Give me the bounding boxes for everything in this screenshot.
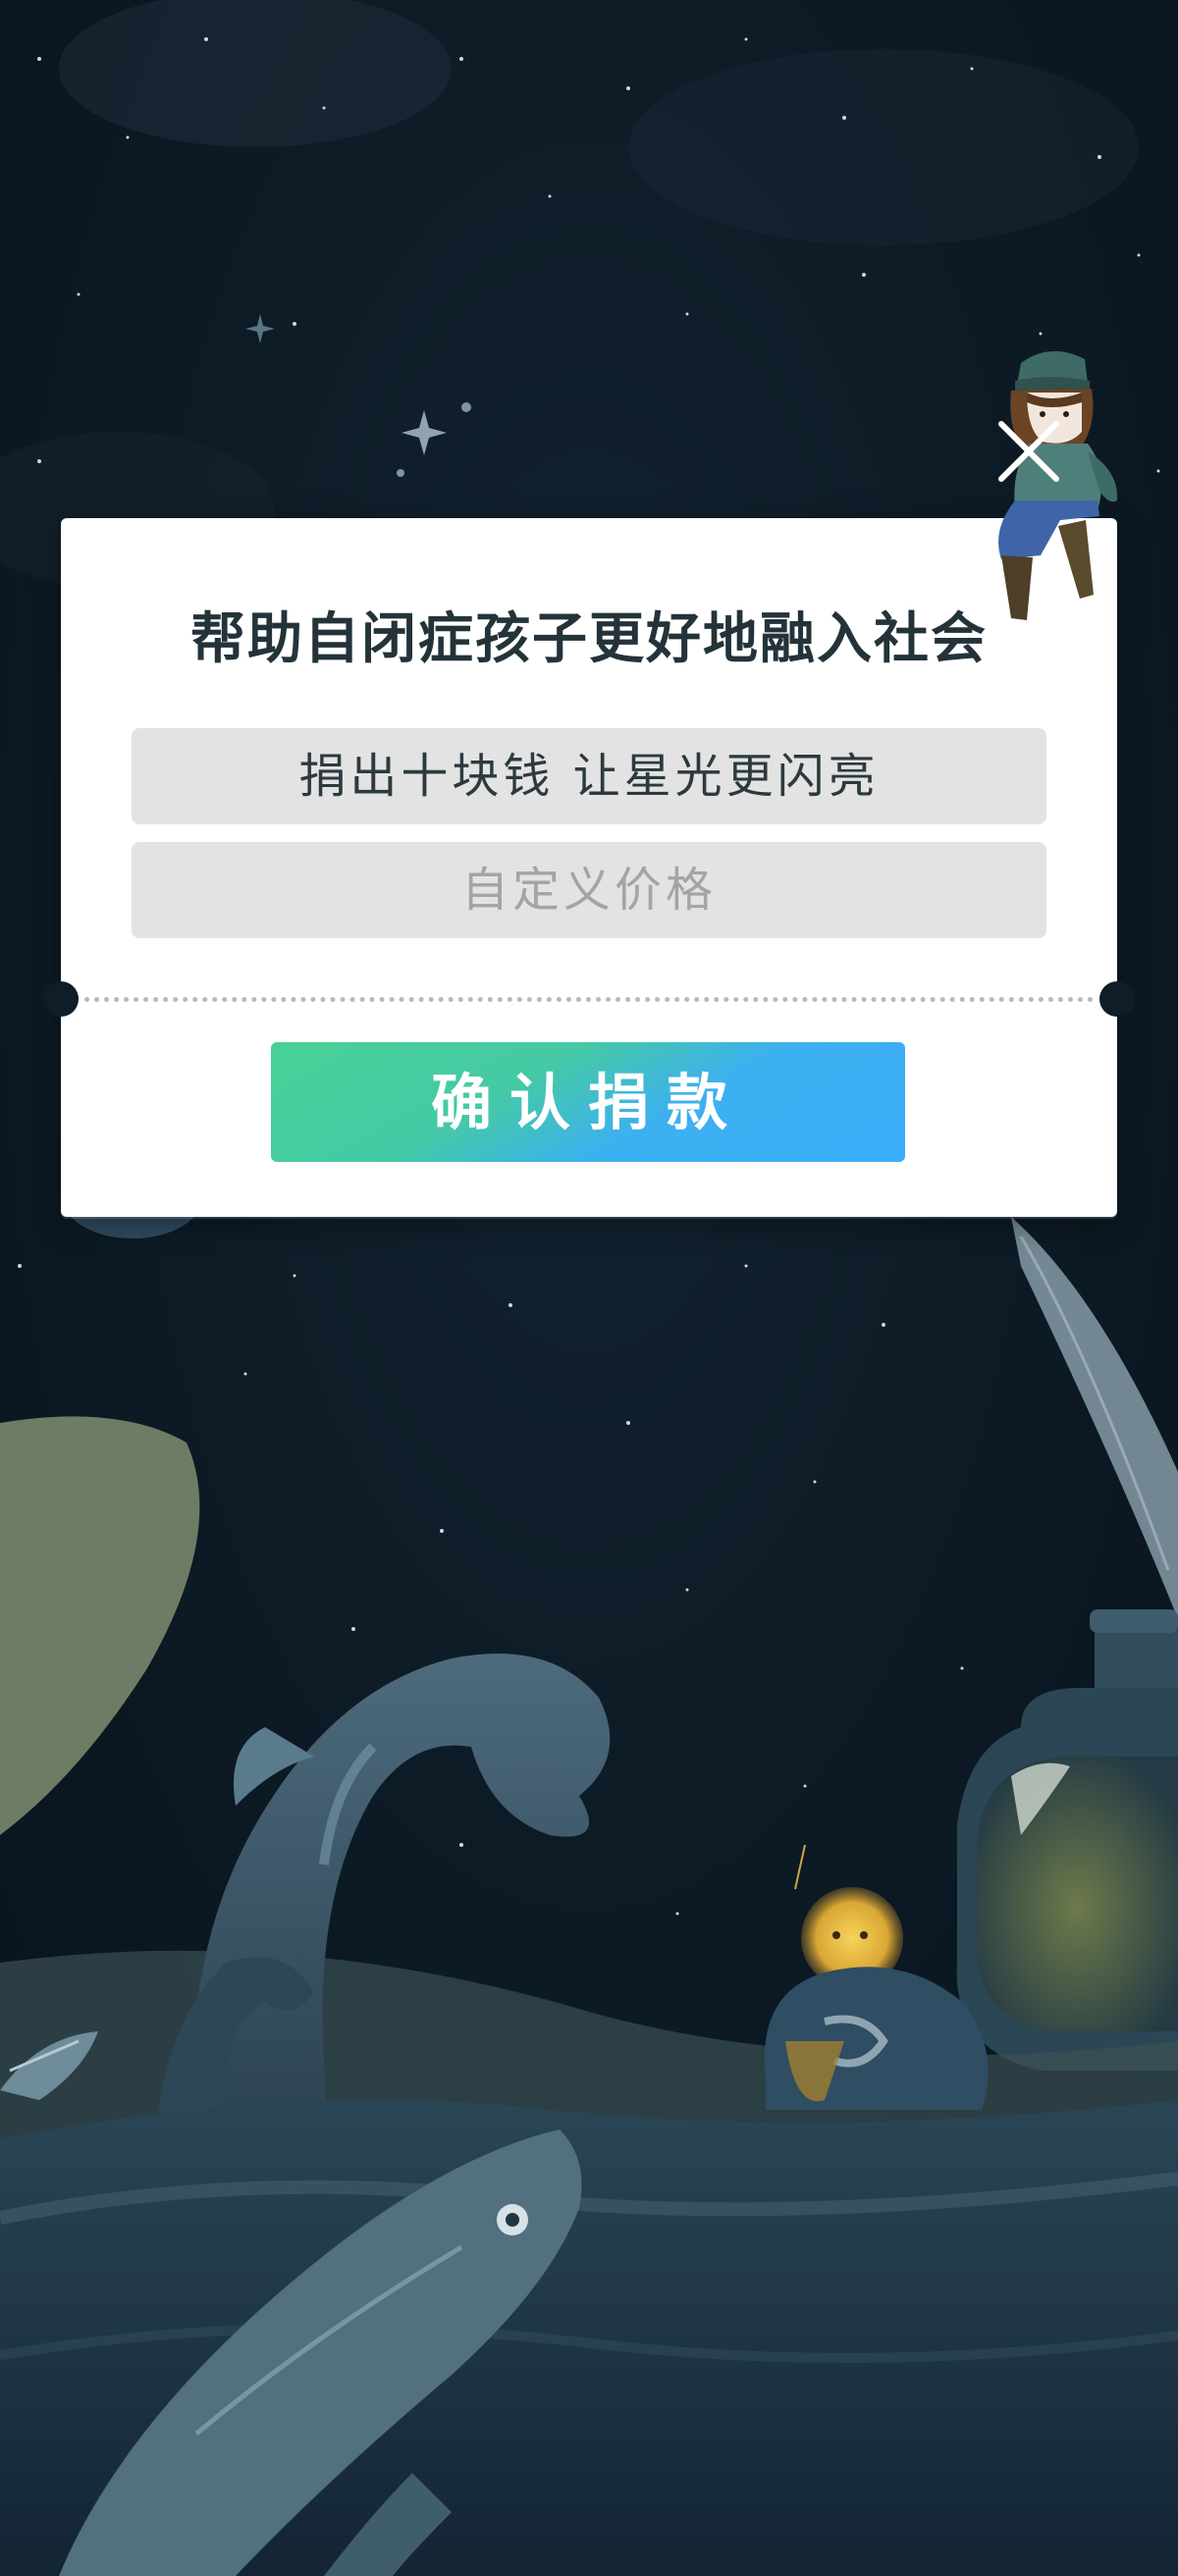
- donation-modal: 帮助自闭症孩子更好地融入社会 捐出十块钱 让星光更闪亮 确认捐款: [43, 518, 1135, 1217]
- donation-page: 帮助自闭症孩子更好地融入社会 捐出十块钱 让星光更闪亮 确认捐款: [0, 0, 1178, 2576]
- confirm-donation-button[interactable]: 确认捐款: [271, 1042, 905, 1162]
- modal-title: 帮助自闭症孩子更好地融入社会: [190, 607, 988, 671]
- ticket-notch-right: [1099, 981, 1135, 1017]
- custom-amount-input[interactable]: [132, 842, 1046, 938]
- close-icon: [998, 421, 1059, 482]
- close-button[interactable]: [991, 414, 1066, 489]
- ticket-notch-left: [43, 981, 79, 1017]
- preset-donation-option[interactable]: 捐出十块钱 让星光更闪亮: [132, 728, 1046, 824]
- dotted-divider: [84, 997, 1094, 1002]
- custom-amount-field[interactable]: [132, 842, 1046, 938]
